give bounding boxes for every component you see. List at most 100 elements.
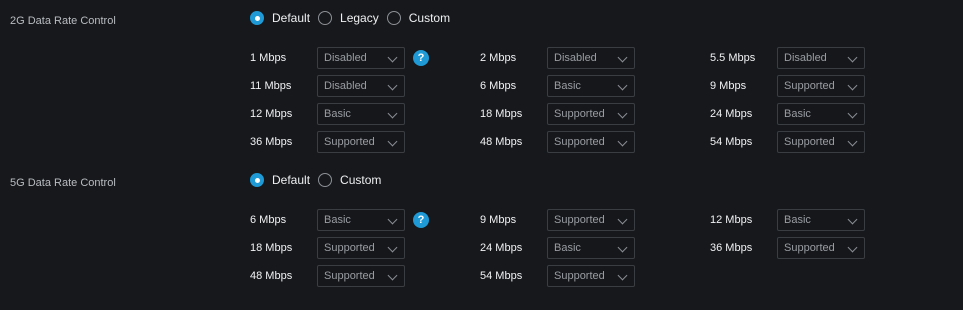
chevron-down-icon [387,136,398,147]
g2-rate-select[interactable]: Disabled [317,75,405,97]
g2-radio-default[interactable]: Default [250,11,310,25]
help-icon[interactable]: ? [413,50,429,66]
radio-checked-icon [250,11,264,25]
g2-mode-radio-group: Default Legacy Custom [250,11,458,25]
select-value: Disabled [324,52,367,64]
select-value: Basic [554,80,581,92]
g2-section-label: 2G Data Rate Control [10,15,116,27]
g2-rate-label: 6 Mbps [480,80,517,92]
g2-rate-select[interactable]: Basic [317,103,405,125]
g5-radio-default[interactable]: Default [250,173,310,187]
select-value: Disabled [554,52,597,64]
radio-checked-icon [250,173,264,187]
chevron-down-icon [617,80,628,91]
chevron-down-icon [617,242,628,253]
chevron-down-icon [617,108,628,119]
g5-rate-label: 36 Mbps [710,242,753,254]
g5-rate-select[interactable]: Basic [547,237,635,259]
chevron-down-icon [847,136,858,147]
g2-rate-select[interactable]: Supported [547,103,635,125]
g2-rate-label: 11 Mbps [250,80,292,92]
chevron-down-icon [617,136,628,147]
g5-radio-custom-label: Custom [340,173,382,187]
select-value: Basic [324,214,351,226]
chevron-down-icon [387,52,398,63]
g5-section-label: 5G Data Rate Control [10,177,116,189]
g2-rate-label: 24 Mbps [710,108,753,120]
chevron-down-icon [387,270,398,281]
g2-rate-select[interactable]: Supported [547,131,635,153]
g2-rate-select[interactable]: Basic [547,75,635,97]
select-value: Supported [554,270,605,282]
chevron-down-icon [847,80,858,91]
radio-unchecked-icon [318,11,333,25]
g5-rate-label: 24 Mbps [480,242,523,254]
g5-rate-select[interactable]: Basic [317,209,405,231]
g5-rate-select[interactable]: Supported [317,237,405,259]
g5-mode-radio-group: Default Custom [250,173,389,187]
g5-rate-label: 54 Mbps [480,270,523,282]
select-value: Disabled [784,52,827,64]
chevron-down-icon [847,108,858,119]
chevron-down-icon [387,214,398,225]
g2-rate-select[interactable]: Basic [777,103,865,125]
select-value: Supported [324,270,375,282]
g5-rate-label: 6 Mbps [250,214,287,226]
chevron-down-icon [847,52,858,63]
g5-rate-select[interactable]: Supported [547,209,635,231]
select-value: Basic [784,108,811,120]
radio-unchecked-icon [318,173,333,187]
g2-rate-label: 9 Mbps [710,80,747,92]
g2-radio-legacy-label: Legacy [340,11,379,25]
chevron-down-icon [847,214,858,225]
chevron-down-icon [387,242,398,253]
select-value: Disabled [324,80,367,92]
chevron-down-icon [617,270,628,281]
radio-unchecked-icon [386,11,401,25]
g2-rate-label: 1 Mbps [250,52,287,64]
g2-radio-custom-label: Custom [408,11,451,25]
g5-rate-label: 12 Mbps [710,214,753,226]
chevron-down-icon [387,108,398,119]
select-value: Supported [784,80,835,92]
g2-rate-select[interactable]: Disabled [547,47,635,69]
select-value: Basic [324,108,351,120]
g2-rate-select[interactable]: Supported [317,131,405,153]
g5-rate-select[interactable]: Supported [547,265,635,287]
select-value: Supported [324,136,375,148]
g2-radio-custom[interactable]: Custom [386,11,451,25]
g2-rate-select[interactable]: Supported [777,75,865,97]
select-value: Supported [324,242,375,254]
g2-rate-label: 48 Mbps [480,136,523,148]
g5-rate-label: 18 Mbps [250,242,293,254]
g2-rate-label: 2 Mbps [480,52,517,64]
g5-radio-default-label: Default [272,173,311,187]
g5-radio-custom[interactable]: Custom [318,173,381,187]
select-value: Basic [784,214,811,226]
g2-rate-select[interactable]: Disabled [317,47,405,69]
g2-rate-label: 18 Mbps [480,108,523,120]
select-value: Basic [554,242,581,254]
g2-rate-label: 12 Mbps [250,108,293,120]
chevron-down-icon [387,80,398,91]
g5-rate-select[interactable]: Basic [777,209,865,231]
g2-rate-label: 54 Mbps [710,136,753,148]
g2-radio-legacy[interactable]: Legacy [318,11,379,25]
chevron-down-icon [617,52,628,63]
select-value: Supported [784,242,835,254]
g2-rate-label: 36 Mbps [250,136,293,148]
g2-rate-select[interactable]: Supported [777,131,865,153]
g5-rate-label: 48 Mbps [250,270,293,282]
g2-rate-select[interactable]: Disabled [777,47,865,69]
g5-rate-select[interactable]: Supported [317,265,405,287]
g5-rate-label: 9 Mbps [480,214,517,226]
select-value: Supported [554,136,605,148]
select-value: Supported [784,136,835,148]
help-icon[interactable]: ? [413,212,429,228]
g2-rate-label: 5.5 Mbps [710,52,756,64]
g5-rate-select[interactable]: Supported [777,237,865,259]
select-value: Supported [554,108,605,120]
select-value: Supported [554,214,605,226]
g2-radio-default-label: Default [272,11,311,25]
chevron-down-icon [847,242,858,253]
